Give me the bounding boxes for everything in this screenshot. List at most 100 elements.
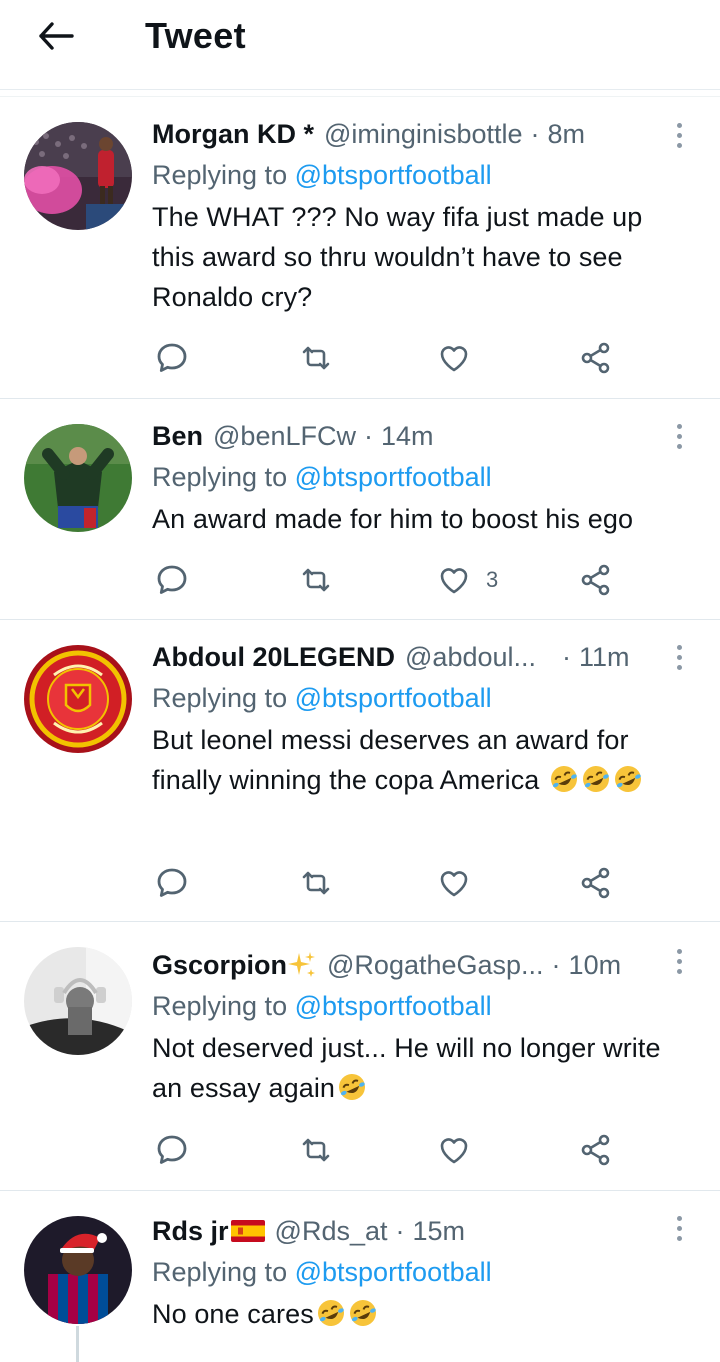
tweet-text: Not deserved just... He will no longer w…	[152, 1033, 661, 1103]
reply-button[interactable]	[154, 560, 190, 600]
more-options-button[interactable]	[664, 941, 694, 981]
reply-button[interactable]	[154, 338, 190, 378]
separator: ·	[551, 950, 561, 980]
reply-button[interactable]	[154, 863, 190, 903]
share-nodes-icon	[581, 867, 610, 899]
retweet-button[interactable]	[298, 338, 334, 378]
share-nodes-icon	[581, 1134, 610, 1166]
mention-link[interactable]: @btsportfootball	[295, 1257, 492, 1287]
handle[interactable]: @benLFCw	[213, 417, 356, 455]
handle[interactable]: @iminginisbottle	[324, 115, 523, 153]
speech-bubble-icon	[157, 868, 187, 897]
separator: ·	[363, 421, 373, 451]
mention-link[interactable]: @btsportfootball	[295, 683, 492, 713]
speech-bubble-icon	[157, 565, 187, 594]
speech-bubble-icon	[157, 1135, 187, 1164]
timestamp[interactable]: 8m	[548, 115, 586, 153]
replying-prefix: Replying to	[152, 1257, 288, 1287]
tweet-meta: Gscorpion @RogatheGasp... · 10m	[152, 946, 680, 984]
display-name[interactable]: Ben	[152, 417, 203, 455]
tweet-text: An award made for him to boost his ego	[152, 504, 634, 534]
more-vertical-icon	[676, 423, 682, 429]
display-name[interactable]: Gscorpion	[152, 946, 287, 984]
more-vertical-icon	[676, 644, 682, 650]
reply-tweet[interactable]: Abdoul 20LEGEND @abdoul... · 11m Replyin…	[0, 621, 720, 922]
spain-flag-emoji	[230, 1220, 265, 1242]
display-name[interactable]: Abdoul 20LEGEND	[152, 638, 395, 676]
reply-tweet[interactable]: Ben @benLFCw · 14m Replying to @btsportf…	[0, 400, 720, 620]
timestamp[interactable]: 15m	[413, 1212, 466, 1250]
sparkles-emoji	[288, 952, 316, 977]
action-bar	[152, 1130, 632, 1170]
replying-prefix: Replying to	[152, 462, 288, 492]
handle[interactable]: @Rds_at	[275, 1212, 388, 1250]
avatar[interactable]	[24, 1216, 132, 1324]
retweet-icon	[302, 871, 330, 895]
more-vertical-icon	[676, 122, 682, 128]
timestamp[interactable]: 14m	[381, 417, 434, 455]
tweet-meta: Morgan KD * @iminginisbottle · 8m	[152, 115, 680, 153]
share-button[interactable]	[578, 560, 614, 600]
replying-to: Replying to @btsportfootball	[152, 679, 680, 717]
more-options-button[interactable]	[664, 1208, 694, 1248]
tweet-meta: Ben @benLFCw · 14m	[152, 417, 680, 455]
share-nodes-icon	[581, 342, 610, 374]
separator: ·	[530, 119, 540, 149]
heart-icon	[440, 871, 468, 897]
retweet-button[interactable]	[298, 1130, 334, 1170]
display-name[interactable]: Rds jr	[152, 1212, 229, 1250]
retweet-button[interactable]	[298, 560, 334, 600]
separator: ·	[562, 642, 572, 672]
heart-icon	[440, 1138, 468, 1164]
rolling-on-floor-laughing-emoji	[615, 766, 642, 792]
share-nodes-icon	[581, 564, 610, 596]
share-button[interactable]	[578, 1130, 614, 1170]
retweet-button[interactable]	[298, 863, 334, 903]
rolling-on-floor-laughing-emoji	[551, 766, 578, 792]
avatar[interactable]	[24, 424, 132, 532]
mention-link[interactable]: @btsportfootball	[295, 160, 492, 190]
rolling-on-floor-laughing-emoji	[339, 1074, 366, 1100]
more-options-button[interactable]	[664, 115, 694, 155]
like-button[interactable]	[436, 863, 486, 903]
share-button[interactable]	[578, 863, 614, 903]
tweet-meta: Rds jr @Rds_at · 15m	[152, 1212, 680, 1250]
rolling-on-floor-laughing-emoji	[317, 1300, 344, 1326]
avatar[interactable]	[24, 122, 132, 230]
tweet-text-container: Not deserved just... He will no longer w…	[152, 1028, 680, 1108]
avatar[interactable]	[24, 947, 132, 1055]
replying-to: Replying to @btsportfootball	[152, 458, 680, 496]
more-options-button[interactable]	[664, 416, 694, 456]
rolling-on-floor-laughing-emoji	[349, 1300, 376, 1326]
avatar[interactable]	[24, 645, 132, 753]
handle[interactable]: @abdoul...	[405, 638, 536, 676]
timestamp[interactable]: 11m	[579, 638, 630, 676]
tweet-meta: Abdoul 20LEGEND @abdoul... · 11m	[152, 638, 680, 676]
like-button[interactable]: 3	[436, 560, 498, 600]
top-bar: Tweet	[0, 0, 720, 90]
display-name[interactable]: Morgan KD *	[152, 115, 314, 153]
tweet-text-container: But leonel messi deserves an award for f…	[152, 720, 680, 800]
mention-link[interactable]: @btsportfootball	[295, 462, 492, 492]
more-vertical-icon	[676, 1215, 682, 1221]
timestamp[interactable]: 10m	[569, 946, 622, 984]
back-button[interactable]	[30, 14, 82, 58]
rolling-on-floor-laughing-emoji	[583, 766, 610, 792]
share-button[interactable]	[578, 338, 614, 378]
reply-tweet[interactable]: Rds jr @Rds_at · 15m Replying to @btspor…	[0, 1192, 720, 1362]
tweet-text-container: No one cares	[152, 1294, 680, 1334]
like-button[interactable]	[436, 1130, 486, 1170]
handle[interactable]: @RogatheGasp...	[327, 946, 544, 984]
tweet-text: The WHAT ??? No way fifa just made up th…	[152, 202, 643, 312]
retweet-icon	[302, 346, 330, 370]
retweet-icon	[302, 1138, 330, 1162]
reply-tweet[interactable]: Morgan KD * @iminginisbottle · 8m Replyi…	[0, 97, 720, 399]
heart-icon	[440, 568, 468, 594]
mention-link[interactable]: @btsportfootball	[295, 991, 492, 1021]
replying-prefix: Replying to	[152, 991, 288, 1021]
like-button[interactable]	[436, 338, 486, 378]
reply-button[interactable]	[154, 1130, 190, 1170]
more-options-button[interactable]	[664, 637, 694, 677]
separator: ·	[395, 1216, 405, 1246]
reply-tweet[interactable]: Gscorpion @RogatheGasp... · 10m Replying…	[0, 923, 720, 1191]
